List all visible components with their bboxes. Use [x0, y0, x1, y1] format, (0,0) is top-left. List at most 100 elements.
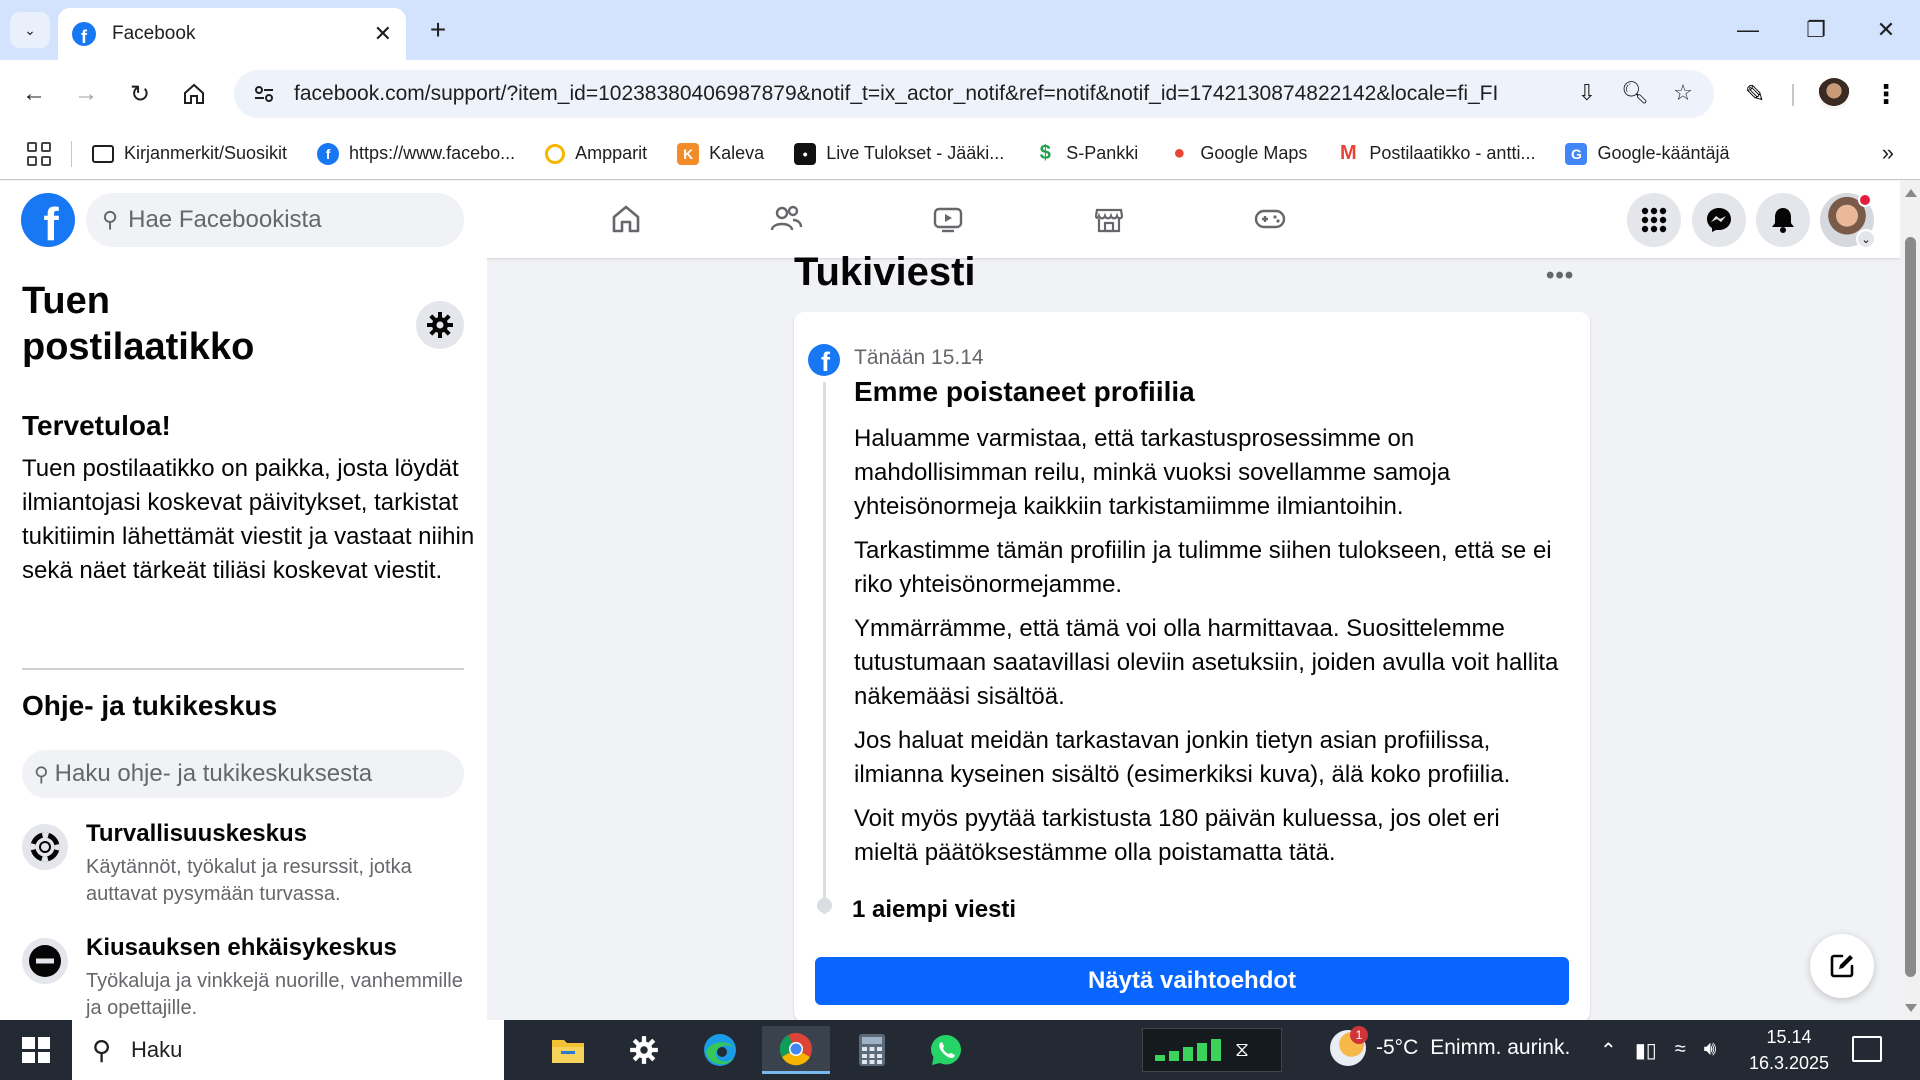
tab-search-button[interactable]: ⌄: [10, 12, 50, 48]
windows-start-icon[interactable]: [14, 1034, 58, 1066]
menu-button[interactable]: [1627, 193, 1681, 247]
chevron-down-icon: ⌄: [1856, 229, 1876, 249]
help-link-description: Työkaluja ja vinkkejä nuorille, vanhemmi…: [86, 970, 463, 1019]
search-icon: ⚲: [92, 1034, 112, 1065]
kaleva-icon: K: [677, 142, 700, 165]
clock-date: 16.3.2025: [1748, 1053, 1830, 1073]
nav-home[interactable]: [602, 197, 650, 241]
more-bookmarks-icon[interactable]: »: [1882, 140, 1894, 166]
scrollbar-thumb[interactable]: [1905, 237, 1916, 977]
support-inbox-sidebar: Tuen postilaatikko Tervetuloa! Tuen post…: [0, 258, 487, 1020]
chevron-down-icon: ⌄: [24, 21, 36, 38]
nav-video[interactable]: [924, 197, 972, 241]
calculator-icon[interactable]: [838, 1026, 906, 1074]
marketplace-icon: [1094, 208, 1124, 233]
facebook-logo-icon[interactable]: f: [21, 193, 75, 247]
home-button[interactable]: [174, 74, 214, 114]
bookmark-item[interactable]: Ampparit: [545, 143, 647, 164]
nav-marketplace[interactable]: [1085, 197, 1133, 241]
taskbar-search[interactable]: ⚲: [72, 1020, 504, 1080]
file-explorer-icon[interactable]: [534, 1026, 602, 1074]
bookmark-item[interactable]: $ S-Pankki: [1034, 142, 1139, 165]
bookmark-item[interactable]: K Kaleva: [677, 142, 764, 165]
forward-button[interactable]: →: [66, 74, 106, 114]
menu-grid-icon: [1641, 207, 1667, 233]
page-title: Tukiviesti: [794, 250, 976, 294]
apps-grid-icon[interactable]: [27, 141, 51, 166]
bookmark-item[interactable]: Kirjanmerkit/Suosikit: [92, 143, 287, 164]
browser-profile-avatar[interactable]: [1818, 78, 1850, 110]
help-search[interactable]: ⚲: [22, 750, 464, 798]
bookmark-item[interactable]: ● Google Maps: [1168, 142, 1307, 165]
bookmark-item[interactable]: M Postilaatikko - antti...: [1337, 142, 1535, 165]
volume-icon[interactable]: 🔊︎: [1704, 1038, 1717, 1063]
help-center-heading: Ohje- ja tukikeskus: [22, 690, 278, 721]
tab-close-icon[interactable]: ✕: [374, 21, 392, 47]
bookmark-item[interactable]: G Google-kääntäjä: [1565, 142, 1730, 165]
whatsapp-icon[interactable]: [912, 1026, 980, 1074]
help-search-input[interactable]: [54, 760, 455, 788]
facebook-search[interactable]: ⚲: [86, 193, 464, 247]
notifications-button[interactable]: [1756, 193, 1810, 247]
battery-icon[interactable]: ▮▯: [1635, 1038, 1657, 1063]
taskbar-search-input[interactable]: [131, 1037, 432, 1063]
ampparit-icon: [545, 143, 566, 164]
bookmark-item[interactable]: • Live Tulokset - Jääki...: [794, 142, 1004, 165]
back-button[interactable]: ←: [14, 74, 54, 114]
messenger-icon: [1707, 208, 1731, 232]
close-window-button[interactable]: ✕: [1852, 0, 1920, 60]
sidebar-title: Tuen postilaatikko: [22, 280, 255, 368]
welcome-heading: Tervetuloa!: [22, 410, 171, 441]
new-tab-button[interactable]: +: [420, 12, 456, 48]
clock-time: 15.14: [1766, 1027, 1812, 1047]
message-paragraph: Jos haluat meidän tarkastavan jonkin tie…: [854, 727, 1511, 788]
more-options-icon[interactable]: •••: [1546, 262, 1574, 290]
zoom-icon[interactable]: 🔍︎: [1620, 78, 1650, 108]
nav-friends[interactable]: [762, 197, 810, 241]
weather-widget[interactable]: 1 -5°C Enimm. aurink.: [1330, 1026, 1570, 1066]
facebook-search-input[interactable]: [128, 206, 449, 234]
settings-button[interactable]: [416, 301, 464, 349]
bookmark-star-icon[interactable]: ☆: [1668, 78, 1698, 108]
bell-icon: [1772, 208, 1794, 233]
edge-icon[interactable]: [686, 1026, 754, 1074]
extensions-icon[interactable]: ✎: [1735, 74, 1775, 114]
site-info-icon[interactable]: [242, 72, 286, 116]
page-scrollbar[interactable]: [1900, 181, 1920, 1020]
google-maps-icon: ●: [1173, 142, 1186, 164]
antenna-icon[interactable]: ⧖: [1212, 1020, 1272, 1080]
minimize-button[interactable]: —: [1714, 0, 1782, 60]
bookmark-item[interactable]: f https://www.facebo...: [317, 142, 515, 165]
wifi-icon[interactable]: ≈: [1675, 1038, 1686, 1063]
previous-messages-link[interactable]: 1 aiempi viesti: [852, 896, 1016, 924]
sidebar-divider: [22, 668, 464, 670]
scroll-up-icon[interactable]: [1905, 189, 1917, 197]
help-link-title: Kiusauksen ehkäisykeskus: [86, 934, 397, 961]
show-options-button[interactable]: Näytä vaihtoehdot: [815, 957, 1569, 1005]
browser-menu-icon[interactable]: ⋮: [1870, 74, 1902, 114]
new-message-button[interactable]: [1810, 934, 1874, 998]
taskbar-clock[interactable]: 15.14 16.3.2025: [1744, 1024, 1834, 1076]
scroll-down-icon[interactable]: [1905, 1004, 1917, 1012]
home-icon: [612, 205, 640, 233]
settings-icon[interactable]: [610, 1026, 678, 1074]
nav-gaming[interactable]: [1246, 197, 1294, 241]
welcome-text: Tuen postilaatikko on paikka, josta löyd…: [22, 455, 475, 584]
chevron-up-icon[interactable]: ⌃: [1600, 1038, 1617, 1063]
browser-tab-facebook[interactable]: f Facebook ✕: [58, 8, 406, 60]
facebook-icon: f: [317, 142, 340, 165]
toolbar-divider: [1792, 84, 1794, 106]
notification-center-icon[interactable]: [1852, 1036, 1882, 1062]
address-bar[interactable]: facebook.com/support/?item_id=1023838040…: [234, 70, 1714, 118]
install-app-icon[interactable]: ⇩: [1572, 78, 1602, 108]
browser-toolbar: ← → ↻ facebook.com/support/?item_id=1023…: [0, 60, 1920, 128]
restore-button[interactable]: ❐: [1782, 0, 1850, 60]
support-message-card: f Tänään 15.14 Emme poistaneet profiilia…: [794, 312, 1590, 1022]
facebook-header: f ⚲ ⌄: [0, 181, 1900, 258]
weather-badge: 1: [1350, 1026, 1368, 1044]
gear-icon: [427, 312, 453, 338]
messenger-button[interactable]: [1692, 193, 1746, 247]
reload-button[interactable]: ↻: [120, 74, 160, 114]
chrome-icon[interactable]: [762, 1026, 830, 1074]
account-avatar[interactable]: ⌄: [1820, 193, 1876, 249]
